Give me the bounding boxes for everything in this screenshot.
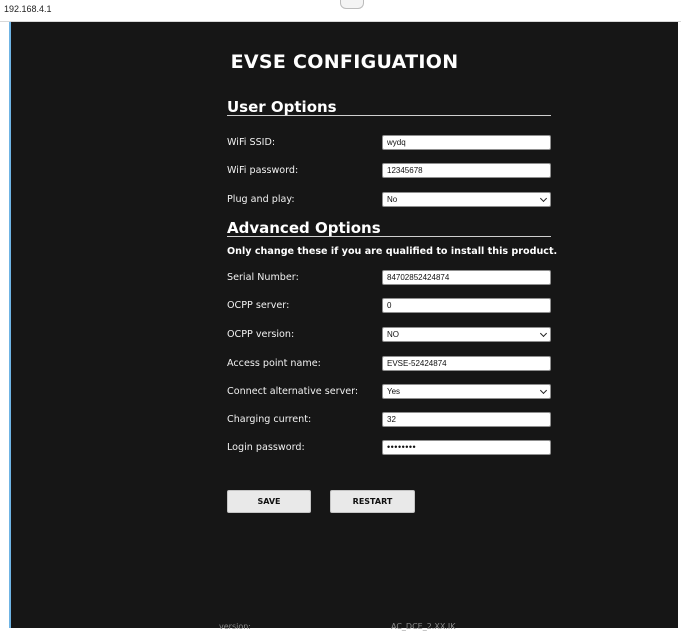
page-top-strip: [11, 22, 678, 30]
access-point-name-input[interactable]: [382, 356, 551, 371]
access-point-name-label: Access point name:: [227, 358, 321, 369]
wifi-ssid-input[interactable]: [382, 135, 551, 150]
tab-handle[interactable]: [340, 0, 364, 9]
connect-alternative-server-select[interactable]: Yes: [382, 384, 551, 399]
ocpp-version-select[interactable]: NO: [382, 327, 551, 342]
restart-button[interactable]: RESTART: [330, 490, 415, 513]
version-value: AC_DCE_2.XX.IK: [391, 622, 456, 631]
user-options-heading: User Options: [227, 98, 337, 116]
advanced-options-heading: Advanced Options: [227, 219, 381, 237]
charging-current-label: Charging current:: [227, 414, 312, 425]
chevron-down-icon: [539, 386, 548, 395]
plug-and-play-select[interactable]: No: [382, 192, 551, 207]
browser-address-bar[interactable]: 192.168.4.1: [0, 0, 681, 22]
wifi-password-input[interactable]: [382, 163, 551, 178]
ocpp-version-value: NO: [387, 330, 399, 339]
charging-current-input[interactable]: [382, 412, 551, 427]
qualified-install-note: Only change these if you are qualified t…: [227, 246, 558, 257]
wifi-ssid-label: WiFi SSID:: [227, 137, 276, 148]
serial-number-input[interactable]: [382, 270, 551, 285]
ocpp-version-label: OCPP version:: [227, 329, 295, 340]
chevron-down-icon: [539, 194, 548, 203]
address-text[interactable]: 192.168.4.1: [4, 4, 52, 14]
connect-alternative-server-label: Connect alternative server:: [227, 386, 359, 397]
section-divider: [227, 236, 551, 237]
ocpp-server-input[interactable]: [382, 298, 551, 313]
serial-number-label: Serial Number:: [227, 272, 299, 283]
config-page: EVSE CONFIGUATION User Options WiFi SSID…: [11, 30, 678, 631]
chevron-down-icon: [539, 329, 548, 338]
save-button[interactable]: SAVE: [227, 490, 311, 513]
version-label: version:: [219, 622, 251, 631]
page-title: EVSE CONFIGUATION: [230, 51, 459, 73]
connect-alternative-server-value: Yes: [387, 387, 401, 396]
login-password-label: Login password:: [227, 442, 305, 453]
plug-and-play-value: No: [387, 195, 398, 204]
login-password-input[interactable]: ••••••••: [382, 440, 551, 455]
ocpp-server-label: OCPP server:: [227, 300, 290, 311]
wifi-password-label: WiFi password:: [227, 165, 299, 176]
section-divider: [227, 115, 551, 116]
plug-and-play-label: Plug and play:: [227, 194, 295, 205]
